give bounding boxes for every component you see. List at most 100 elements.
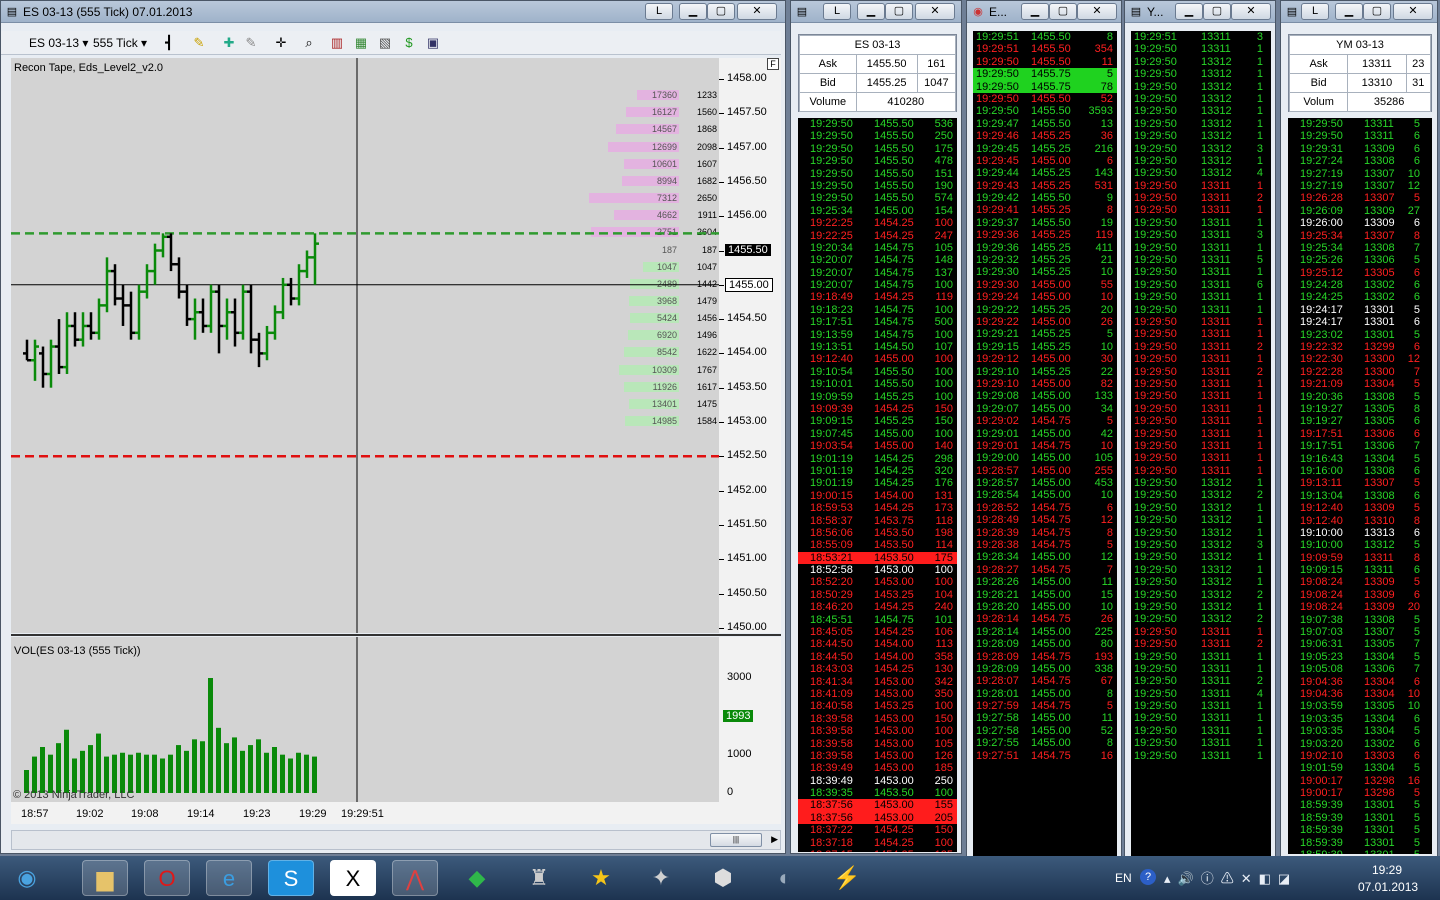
remove-indicator-icon[interactable]: ✎ (243, 35, 259, 51)
media-player-icon[interactable]: ◐ (762, 860, 808, 896)
trade-size: 175 (934, 142, 953, 155)
trade-price: 1454.25 (874, 402, 914, 415)
maximize-button[interactable]: ▢ (1049, 3, 1077, 20)
trade-price: 1455.50 (874, 378, 914, 391)
trade-row: 19:29:50 13311 2 (1131, 366, 1271, 378)
instrument-selector[interactable]: ES 03-13 ▾ (29, 35, 88, 51)
maximize-button[interactable]: ▢ (885, 3, 913, 20)
trade-time: 19:27:19 (1300, 167, 1343, 180)
help-icon[interactable]: ? (1140, 869, 1156, 885)
price-tick-mark (719, 181, 724, 183)
trade-time: 19:29:50 (1134, 588, 1177, 601)
close-button[interactable]: ✕ (1231, 3, 1271, 20)
trade-size: 531 (1094, 179, 1113, 192)
trade-time: 19:09:15 (810, 415, 853, 428)
language-indicator[interactable]: EN (1115, 871, 1132, 885)
trade-time: 19:28:14 (976, 625, 1019, 638)
trade-price: 13311 (1201, 687, 1231, 700)
opera-icon[interactable]: O (144, 860, 190, 896)
crosshair-icon[interactable]: ✛ (273, 35, 289, 51)
ninjatrader-icon[interactable]: ⋀ (392, 860, 438, 896)
scroll-right-icon[interactable]: ▶ (771, 834, 778, 845)
es-tape2-titlebar[interactable]: ◉ E... ▁ ▢ ✕ (967, 1, 1121, 23)
chart-window: ▤ ES 03-13 (555 Tick) 07.01.2013 L ▁ ▢ ✕… (0, 0, 786, 854)
close-button[interactable]: ✕ (737, 3, 777, 20)
time-axis[interactable]: 18:57 19:02 19:08 19:14 19:23 19:29 19:29:51 (11, 802, 781, 824)
es-tape2-list[interactable]: 19:29:51 1455.50 8 19:29:51 1455.50 354 19:29:… (973, 31, 1117, 856)
trade-time: 19:29:08 (976, 390, 1019, 403)
trade-price: 13308 (1364, 489, 1395, 502)
trade-time: 19:29:50 (1134, 353, 1177, 366)
trade-row: 18:39:58 1453.00 150 (798, 713, 957, 725)
tray-icons[interactable]: ▴🔊ⓘ⚠✕◧◪ (1164, 868, 1297, 887)
clock-time[interactable]: 19:29 (1372, 863, 1402, 877)
ym-tape-list[interactable]: 19:29:51 13311 3 19:29:50 13311 1 19:29:50 1331… (1131, 31, 1271, 856)
trade-time: 19:12:40 (1300, 514, 1343, 527)
data-box-icon[interactable]: ▧ (377, 35, 393, 51)
minimize-button[interactable]: ▁ (1335, 3, 1363, 20)
draw-pencil-icon[interactable]: ✎ (191, 35, 207, 51)
ym-tape-titlebar[interactable]: ▤ Y... ▁ ▢ ✕ (1125, 1, 1275, 23)
chart-titlebar[interactable]: ▤ ES 03-13 (555 Tick) 07.01.2013 L ▁ ▢ ✕ (1, 1, 785, 23)
tanks-icon[interactable]: ⬢ (700, 860, 746, 896)
maximize-button[interactable]: ▢ (707, 3, 735, 20)
close-button[interactable]: ✕ (1077, 3, 1117, 20)
link-button[interactable]: L (823, 3, 851, 20)
trade-time: 19:18:23 (810, 303, 853, 316)
trade-price: 1455.50 (1031, 117, 1071, 130)
trade-row: 19:29:50 13311 1 (1131, 750, 1271, 762)
minimize-button[interactable]: ▁ (1021, 3, 1049, 20)
es-ts-titlebar[interactable]: ▤ L ▁ ▢ ✕ (791, 1, 961, 23)
es-trade-list[interactable]: 19:29:50 1455.50 536 19:29:50 1455.50 250 19:2… (798, 118, 957, 852)
close-button[interactable]: ✕ (1393, 3, 1433, 20)
money-icon[interactable]: $ (401, 35, 417, 51)
trade-price: 1455.00 (1031, 353, 1071, 366)
trade-time: 19:29:50 (1134, 254, 1177, 267)
trade-size: 6 (1413, 217, 1420, 230)
link-button[interactable]: L (645, 3, 673, 20)
volume-bar (240, 750, 245, 793)
x-app-icon[interactable]: X (330, 860, 376, 896)
trade-row: 19:07:03 13307 5 (1288, 626, 1432, 638)
close-button[interactable]: ✕ (915, 3, 955, 20)
panel-format-icon[interactable]: F (767, 58, 779, 70)
maximize-button[interactable]: ▢ (1203, 3, 1231, 20)
minimize-button[interactable]: ▁ (679, 3, 707, 20)
panel-divider[interactable] (11, 634, 781, 636)
chart-app-icon[interactable]: ◆ (454, 860, 500, 896)
strategies-icon[interactable]: ▦ (353, 35, 369, 51)
volume-axis[interactable]: 30002000100001993 (719, 637, 781, 802)
media-icon[interactable]: ♜ (516, 860, 562, 896)
trade-time: 19:26:09 (1300, 204, 1343, 217)
trade-time: 19:29:21 (976, 328, 1019, 341)
clock-date[interactable]: 07.01.2013 (1358, 880, 1418, 894)
start-button[interactable]: ◉ (4, 860, 50, 896)
minimize-button[interactable]: ▁ (1175, 3, 1203, 20)
link-button[interactable]: L (1301, 3, 1329, 20)
bar-style-icon[interactable]: ┫ (161, 35, 177, 51)
horizontal-scrollbar[interactable]: ||| ▶ (11, 830, 781, 850)
price-panel[interactable]: Recon Tape, Eds_Level2_v2.0 17360 1233 161… (11, 58, 719, 633)
ym-ts-titlebar[interactable]: ▤ L ▁ ▢ ✕ (1281, 1, 1437, 23)
wolf-icon[interactable]: ✦ (638, 860, 684, 896)
ym-trade-list[interactable]: 19:29:50 13311 5 19:29:50 13311 6 19:29:31 1330… (1288, 118, 1432, 854)
trade-price: 1455.00 (1031, 588, 1071, 601)
maximize-button[interactable]: ▢ (1363, 3, 1391, 20)
zoom-icon[interactable]: ⌕ (301, 35, 317, 51)
chart-trader-icon[interactable]: ▥ (329, 35, 345, 51)
volume-panel[interactable]: VOL(ES 03-13 (555 Tick)) © 2013 NinjaTra… (11, 637, 719, 802)
scrollbar-thumb[interactable]: ||| (710, 833, 762, 847)
skype-icon[interactable]: S (268, 860, 314, 896)
trade-size: 185 (934, 762, 953, 775)
minimize-button[interactable]: ▁ (857, 3, 885, 20)
price-axis[interactable]: 1458.00 1457.50 1457.00 1456.50 1456.00 1455.… (719, 58, 781, 633)
properties-icon[interactable]: ▣ (425, 35, 441, 51)
star-icon[interactable]: ★ (578, 860, 624, 896)
app-icon[interactable]: ⚡ (824, 860, 870, 896)
trade-size: 1 (1256, 92, 1263, 105)
explorer-icon[interactable]: ▆ (82, 860, 128, 896)
period-selector[interactable]: 555 Tick ▾ (93, 35, 147, 51)
add-indicator-icon[interactable]: ✚ (221, 35, 237, 51)
ie-icon[interactable]: e (206, 860, 252, 896)
trade-size: 2 (1256, 192, 1263, 205)
